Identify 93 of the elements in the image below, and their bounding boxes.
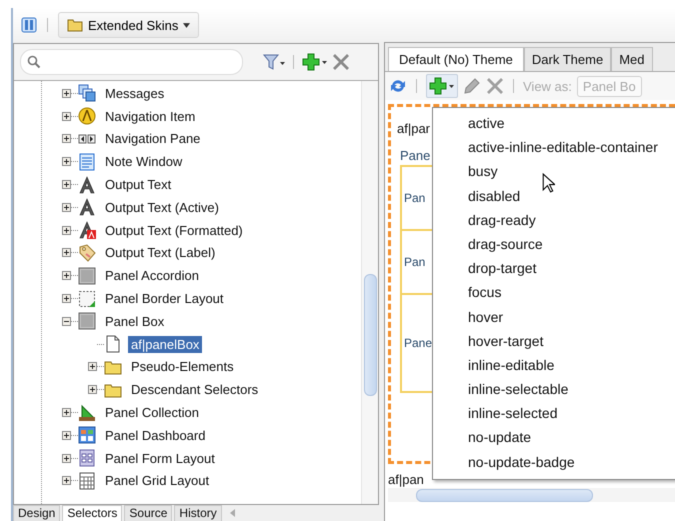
menu-item[interactable]: active-inline-editable-container xyxy=(433,135,675,160)
preview-row-label: Pane xyxy=(404,336,432,350)
menu-item[interactable]: drag-ready xyxy=(433,208,675,232)
expander-icon[interactable] xyxy=(62,157,71,166)
expander-icon[interactable] xyxy=(62,476,71,486)
expander-icon[interactable] xyxy=(88,385,97,394)
search-field[interactable] xyxy=(20,49,243,75)
add-button[interactable] xyxy=(426,74,458,98)
skin-dropdown[interactable]: Extended Skins xyxy=(58,12,200,38)
tree-item[interactable]: Navigation Item xyxy=(102,108,198,125)
document-icon xyxy=(78,152,96,171)
triangle-icon xyxy=(78,404,96,422)
add-icon[interactable] xyxy=(302,53,328,71)
expander-icon[interactable] xyxy=(62,226,71,235)
letter-icon xyxy=(78,221,96,240)
menu-item[interactable]: no-update xyxy=(433,425,675,450)
folder-icon xyxy=(67,17,83,33)
menu-item[interactable]: drag-source xyxy=(433,232,675,256)
tree-item[interactable]: Messages xyxy=(102,84,168,102)
tree-item[interactable]: Panel Box xyxy=(102,312,168,330)
selector-text: af|par xyxy=(397,121,430,136)
cursor-icon xyxy=(542,173,555,193)
menu-item[interactable]: hover xyxy=(433,304,675,329)
tag-icon xyxy=(78,244,96,262)
edit-icon[interactable] xyxy=(463,77,481,95)
tree-item[interactable]: Output Text (Formatted) xyxy=(102,222,246,239)
letter-icon xyxy=(78,176,96,194)
menu-item[interactable]: inline-selected xyxy=(433,401,675,426)
tree-item[interactable]: Panel Border Layout xyxy=(102,290,227,308)
letter-icon xyxy=(78,198,96,216)
expander-icon[interactable] xyxy=(62,316,71,326)
menu-item[interactable]: hover-target xyxy=(433,328,675,353)
tree-item[interactable]: af|panelBox xyxy=(128,336,202,353)
preview-row-label: Pan xyxy=(404,255,426,269)
tree-item[interactable]: Panel Collection xyxy=(102,404,202,422)
windows-icon xyxy=(78,84,96,102)
expander-icon[interactable] xyxy=(62,408,71,418)
expander-icon[interactable] xyxy=(62,88,71,98)
tree-item[interactable]: Output Text (Active) xyxy=(102,198,222,216)
expander-icon[interactable] xyxy=(62,294,71,304)
expander-icon[interactable] xyxy=(62,454,71,463)
layout-icon[interactable] xyxy=(21,17,37,33)
tree-item[interactable]: Panel Accordion xyxy=(102,267,202,284)
selector-text: af|pan xyxy=(388,472,425,487)
tree-item[interactable]: Pseudo-Elements xyxy=(128,358,237,376)
panel-icon xyxy=(78,312,96,330)
scrollbar-thumb[interactable] xyxy=(364,274,377,396)
editor-tab[interactable]: Design xyxy=(13,505,60,521)
menu-item[interactable]: inline-editable xyxy=(433,352,675,378)
scrollbar-thumb[interactable] xyxy=(416,489,593,502)
editor-tab[interactable]: Selectors xyxy=(62,505,122,521)
compass-icon xyxy=(78,107,96,126)
tree-item[interactable]: Output Text xyxy=(102,176,174,194)
tree-item[interactable]: Panel Grid Layout xyxy=(102,472,212,490)
expander-icon[interactable] xyxy=(62,134,71,144)
editor-tab[interactable]: Source xyxy=(124,505,172,521)
tree-item[interactable]: Note Window xyxy=(102,153,186,170)
panel-title: Pane xyxy=(400,148,432,163)
menu-item[interactable]: active xyxy=(433,111,675,136)
menu-item[interactable]: drop-target xyxy=(433,256,675,280)
expander-icon[interactable] xyxy=(62,430,71,440)
dashed-square-icon xyxy=(78,290,96,308)
dashboard-icon xyxy=(78,426,96,444)
theme-tab[interactable]: Med xyxy=(611,47,653,71)
expander-icon[interactable] xyxy=(62,112,71,121)
page-icon xyxy=(104,335,122,354)
expander-icon[interactable] xyxy=(62,271,71,280)
tree-item[interactable]: Navigation Pane xyxy=(102,130,204,148)
caret-icon xyxy=(183,22,190,28)
filter-icon[interactable] xyxy=(263,53,285,71)
menu-item[interactable]: focus xyxy=(433,280,675,304)
form-icon xyxy=(78,449,96,468)
preview-row-label: Pan xyxy=(404,191,426,205)
tree-item[interactable]: Descendant Selectors xyxy=(128,381,262,398)
search-icon xyxy=(27,55,41,69)
panel-icon xyxy=(78,266,96,285)
theme-tab[interactable]: Dark Theme xyxy=(524,47,612,71)
theme-tab[interactable]: Default (No) Theme xyxy=(388,47,524,71)
expander-icon[interactable] xyxy=(62,202,71,212)
view-as-label: View as: xyxy=(523,78,572,94)
expander-icon[interactable] xyxy=(62,248,71,258)
editor-tab[interactable]: History xyxy=(174,505,222,521)
menu-item[interactable]: disabled xyxy=(433,184,675,208)
tree-item[interactable]: Panel Form Layout xyxy=(102,450,218,467)
grid-icon xyxy=(78,472,96,490)
menu-item[interactable]: no-update-badge xyxy=(433,450,675,474)
tree-item[interactable]: Panel Dashboard xyxy=(102,426,208,444)
expander-icon[interactable] xyxy=(62,180,71,190)
expander-icon[interactable] xyxy=(88,362,97,372)
menu-item[interactable]: busy xyxy=(433,159,675,184)
tree-item[interactable]: Output Text (Label) xyxy=(102,244,218,262)
delete-icon[interactable] xyxy=(332,53,350,71)
menu-item[interactable]: inline-selectable xyxy=(433,377,675,402)
